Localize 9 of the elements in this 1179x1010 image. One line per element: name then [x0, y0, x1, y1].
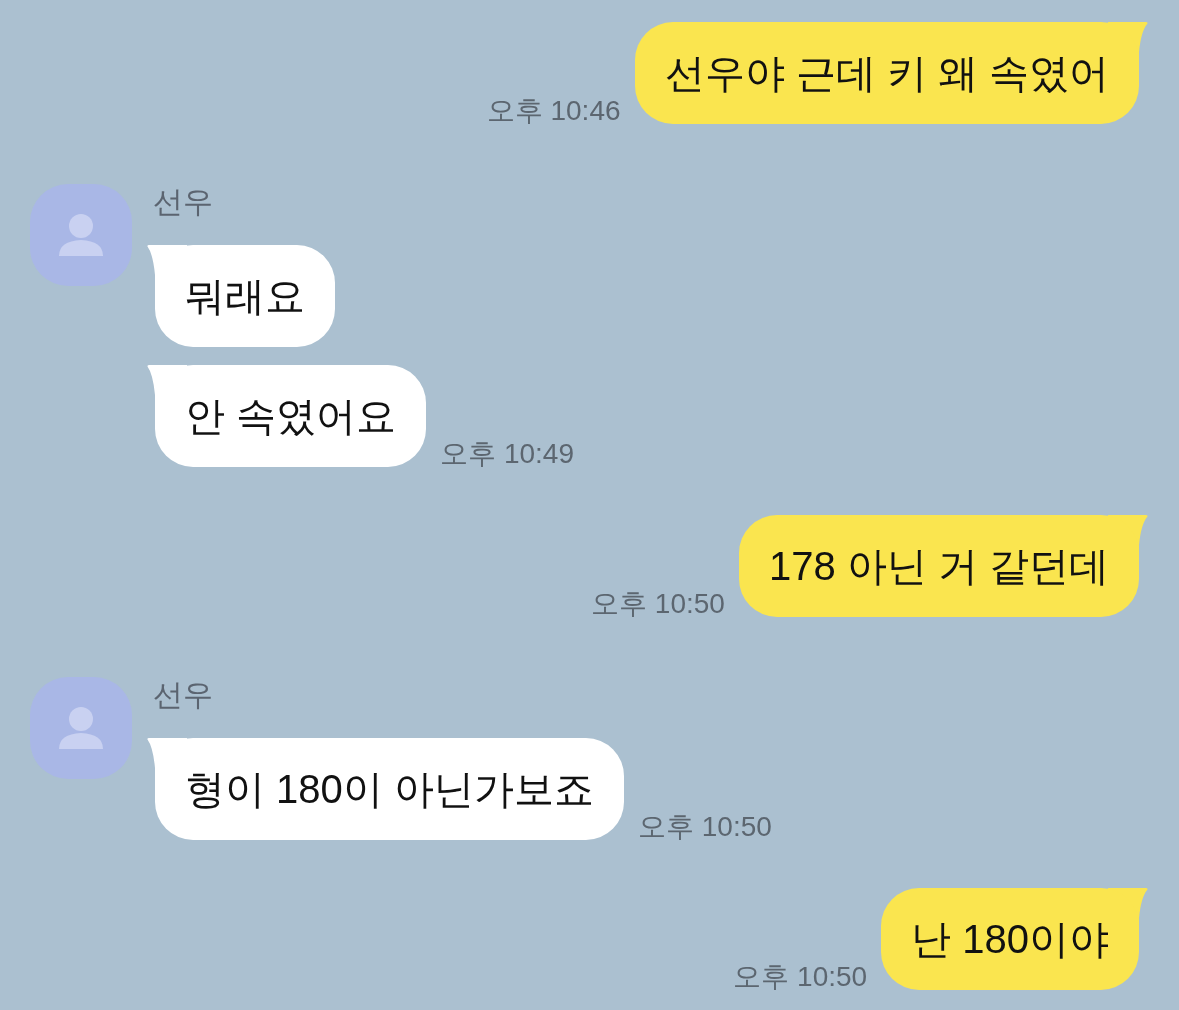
timestamp: 오후 10:50 [591, 589, 725, 619]
timestamp: 오후 10:50 [733, 962, 868, 992]
timestamp: 오후 10:50 [637, 812, 772, 842]
avatar-icon[interactable] [30, 184, 132, 286]
timestamp: 오후 10:49 [440, 439, 574, 469]
avatar-icon[interactable] [30, 677, 132, 779]
sender-name: 선우 [153, 678, 213, 712]
timestamp: 오후 10:46 [486, 96, 621, 126]
sender-name: 선우 [153, 185, 213, 219]
